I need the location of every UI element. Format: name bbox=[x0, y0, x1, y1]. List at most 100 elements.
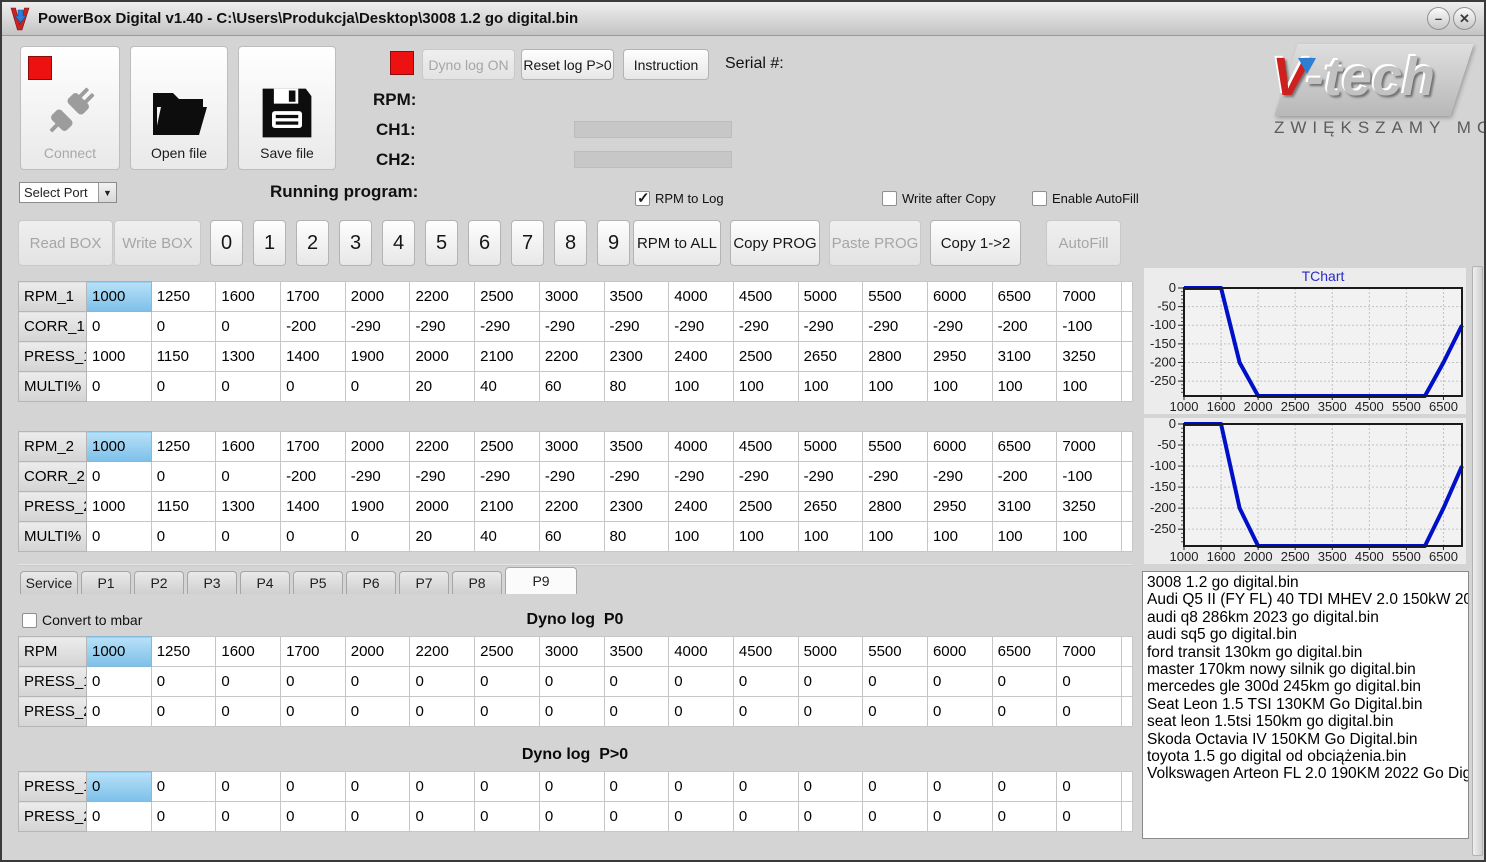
grid-cell[interactable]: 1250 bbox=[150, 281, 217, 312]
grid-cell[interactable]: 2200 bbox=[538, 491, 605, 522]
grid-cell[interactable]: 0 bbox=[215, 371, 282, 402]
grid-cell[interactable]: 4500 bbox=[732, 636, 799, 667]
grid-cell[interactable]: -290 bbox=[538, 461, 605, 492]
grid-cell[interactable]: 1700 bbox=[280, 636, 346, 667]
grid-cell[interactable]: 2500 bbox=[474, 281, 540, 312]
grid-cell[interactable]: 0 bbox=[150, 696, 217, 727]
digit-6-button[interactable]: 6 bbox=[468, 220, 501, 266]
instruction-button[interactable]: Instruction bbox=[623, 49, 709, 80]
chevron-down-icon[interactable]: ▼ bbox=[98, 183, 116, 202]
grid-cell[interactable]: -200 bbox=[991, 311, 1058, 342]
grid-cell[interactable]: 2500 bbox=[474, 636, 540, 667]
grid-cell[interactable]: 1700 bbox=[280, 281, 346, 312]
grid-cell[interactable]: 3250 bbox=[1056, 491, 1122, 522]
grid-cell[interactable]: 4000 bbox=[668, 636, 734, 667]
grid-cell[interactable]: 2650 bbox=[797, 341, 864, 372]
save-file-button[interactable]: Save file bbox=[238, 46, 336, 170]
grid-cell[interactable]: 7000 bbox=[1056, 636, 1122, 667]
grid-cell[interactable]: 1000 bbox=[86, 636, 152, 667]
rpm-to-all-button[interactable]: RPM to ALL bbox=[633, 220, 721, 266]
grid-cell[interactable]: 6000 bbox=[926, 431, 993, 462]
file-list-item[interactable]: toyota 1.5 go digital od obciążenia.bin bbox=[1143, 748, 1468, 765]
grid-cell[interactable]: 100 bbox=[732, 371, 799, 402]
grid-cell[interactable]: 3500 bbox=[603, 636, 670, 667]
grid-cell[interactable]: 1250 bbox=[150, 431, 217, 462]
tab-p6[interactable]: P6 bbox=[346, 571, 396, 594]
grid-cell[interactable]: 2000 bbox=[344, 636, 411, 667]
grid-cell[interactable]: 0 bbox=[538, 801, 605, 832]
grid-cell[interactable]: 2650 bbox=[797, 491, 864, 522]
grid-cell[interactable]: 0 bbox=[280, 521, 346, 552]
file-list-item[interactable]: audi sq5 go digital.bin bbox=[1143, 626, 1468, 643]
grid-cell[interactable]: 4000 bbox=[668, 431, 734, 462]
grid-cell[interactable]: 0 bbox=[797, 696, 864, 727]
tab-p3[interactable]: P3 bbox=[187, 571, 237, 594]
file-list-item[interactable]: Skoda Octavia IV 150KM Go Digital.bin bbox=[1143, 731, 1468, 748]
grid-cell[interactable]: 6500 bbox=[991, 281, 1058, 312]
copy-prog-button[interactable]: Copy PROG bbox=[730, 220, 820, 266]
tab-service[interactable]: Service bbox=[20, 571, 78, 594]
file-list-item[interactable]: mercedes gle 300d 245km go digital.bin bbox=[1143, 678, 1468, 695]
grid-cell[interactable]: -290 bbox=[862, 311, 928, 342]
grid-cell[interactable]: -290 bbox=[668, 311, 734, 342]
grid-cell[interactable]: 3100 bbox=[991, 341, 1058, 372]
grid-cell[interactable]: 2950 bbox=[926, 491, 993, 522]
grid-cell[interactable]: 0 bbox=[474, 696, 540, 727]
grid-cell[interactable]: 0 bbox=[797, 666, 864, 697]
grid-cell[interactable]: 0 bbox=[86, 371, 152, 402]
grid-cell[interactable]: 3000 bbox=[538, 431, 605, 462]
grid-cell[interactable]: 2500 bbox=[732, 341, 799, 372]
grid-cell[interactable]: -290 bbox=[474, 311, 540, 342]
reset-log-button[interactable]: Reset log P>0 bbox=[521, 49, 614, 80]
grid-cell[interactable]: 100 bbox=[1056, 521, 1122, 552]
grid-cell[interactable]: 20 bbox=[409, 521, 476, 552]
grid-cell[interactable]: 2200 bbox=[409, 281, 476, 312]
grid-cell[interactable]: 0 bbox=[668, 696, 734, 727]
grid-cell[interactable]: 0 bbox=[215, 311, 282, 342]
grid-cell[interactable]: 2800 bbox=[862, 341, 928, 372]
grid-cell[interactable]: 0 bbox=[409, 771, 476, 802]
grid-cell[interactable]: 0 bbox=[409, 801, 476, 832]
grid-cell[interactable]: 100 bbox=[926, 371, 993, 402]
tab-p8[interactable]: P8 bbox=[452, 571, 502, 594]
grid-cell[interactable]: -290 bbox=[732, 311, 799, 342]
grid-cell[interactable]: 1600 bbox=[215, 636, 282, 667]
grid-cell[interactable]: 0 bbox=[86, 801, 152, 832]
grid-cell[interactable]: 1000 bbox=[86, 431, 152, 462]
file-list-item[interactable]: audi q8 286km 2023 go digital.bin bbox=[1143, 609, 1468, 626]
read-box-button[interactable]: Read BOX bbox=[18, 220, 113, 266]
grid-cell[interactable]: 2100 bbox=[474, 491, 540, 522]
grid-cell[interactable]: -290 bbox=[409, 461, 476, 492]
grid-cell[interactable]: 1900 bbox=[344, 491, 411, 522]
grid-cell[interactable]: 100 bbox=[862, 521, 928, 552]
grid-cell[interactable]: 100 bbox=[668, 371, 734, 402]
grid-cell[interactable]: 0 bbox=[732, 666, 799, 697]
file-list-item[interactable]: ford transit 130km go digital.bin bbox=[1143, 644, 1468, 661]
grid-cell[interactable]: 0 bbox=[86, 521, 152, 552]
grid-cell[interactable]: 0 bbox=[732, 696, 799, 727]
grid-cell[interactable]: 0 bbox=[344, 771, 411, 802]
grid-cell[interactable]: 100 bbox=[797, 371, 864, 402]
grid-cell[interactable]: 0 bbox=[603, 666, 670, 697]
file-list-item[interactable]: Seat Leon 1.5 TSI 130KM Go Digital.bin bbox=[1143, 696, 1468, 713]
write-after-copy-checkbox[interactable]: Write after Copy bbox=[882, 191, 996, 206]
grid-cell[interactable]: 2300 bbox=[603, 341, 670, 372]
grid-cell[interactable]: 0 bbox=[926, 801, 993, 832]
grid-cell[interactable]: 0 bbox=[668, 771, 734, 802]
grid-cell[interactable]: 0 bbox=[409, 666, 476, 697]
grid-cell[interactable]: -290 bbox=[862, 461, 928, 492]
tab-p9[interactable]: P9 bbox=[505, 567, 577, 594]
close-button[interactable]: ✕ bbox=[1453, 7, 1476, 30]
connect-button[interactable]: Connect bbox=[20, 46, 120, 170]
digit-7-button[interactable]: 7 bbox=[511, 220, 544, 266]
grid-cell[interactable]: -290 bbox=[732, 461, 799, 492]
grid-cell[interactable]: 20 bbox=[409, 371, 476, 402]
grid-cell[interactable]: 1900 bbox=[344, 341, 411, 372]
write-after-copy-checkbox-box[interactable] bbox=[882, 191, 897, 206]
digit-1-button[interactable]: 1 bbox=[253, 220, 286, 266]
grid-cell[interactable]: 2500 bbox=[474, 431, 540, 462]
grid-cell[interactable]: 1400 bbox=[280, 491, 346, 522]
grid-cell[interactable]: 60 bbox=[538, 521, 605, 552]
grid-cell[interactable]: 0 bbox=[797, 771, 864, 802]
grid-cell[interactable]: 0 bbox=[797, 801, 864, 832]
